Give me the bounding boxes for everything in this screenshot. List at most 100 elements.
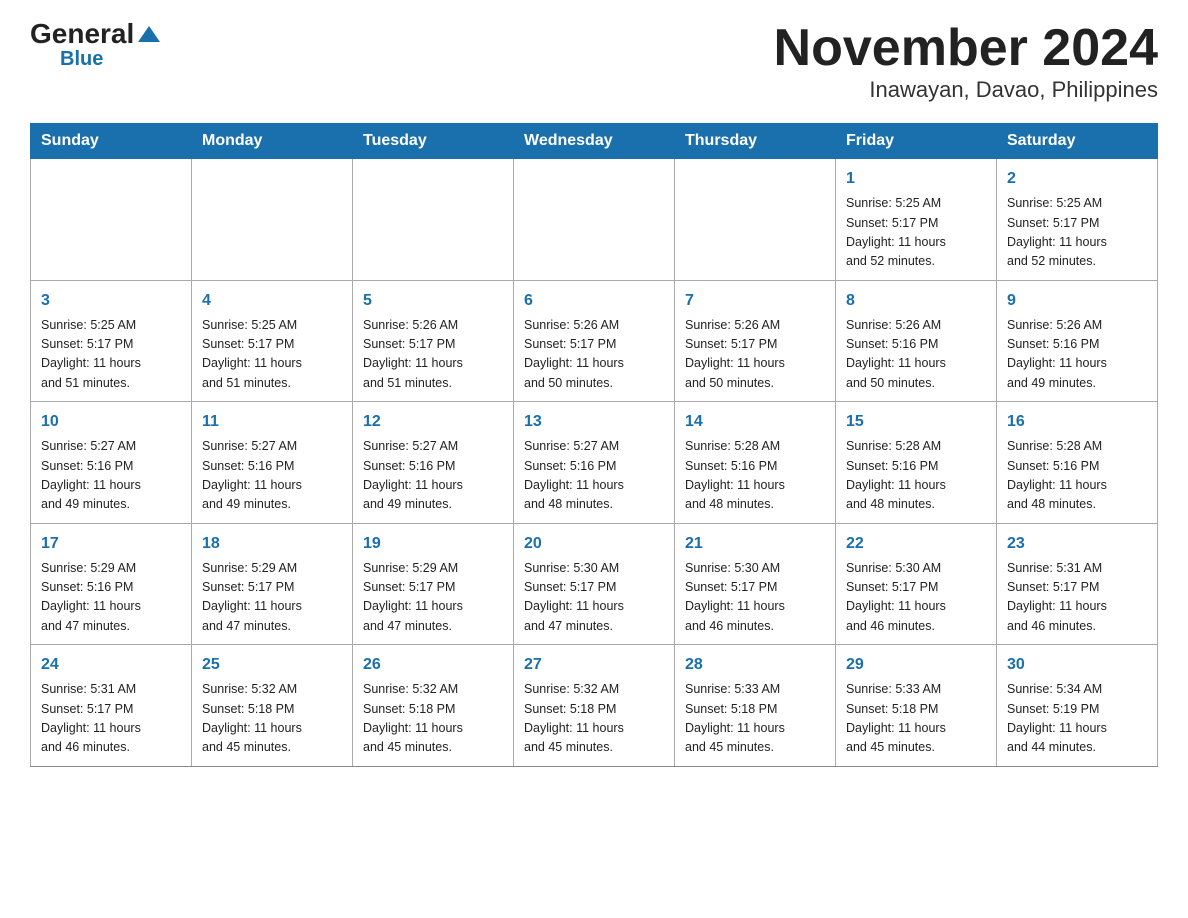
- day-number: 13: [524, 410, 664, 434]
- calendar-cell: 1 Sunrise: 5:25 AM Sunset: 5:17 PM Daylig…: [836, 159, 997, 281]
- calendar-cell: 9Sunrise: 5:26 AM Sunset: 5:16 PM Daylig…: [997, 280, 1158, 402]
- calendar-cell: [192, 159, 353, 281]
- day-info: Sunrise: 5:33 AM Sunset: 5:18 PM Dayligh…: [846, 680, 986, 758]
- calendar-cell: 21Sunrise: 5:30 AM Sunset: 5:17 PM Dayli…: [675, 523, 836, 645]
- calendar-cell: 23 Sunrise: 5:31 AM Sunset: 5:17 PM Dayli…: [997, 523, 1158, 645]
- calendar-table: SundayMondayTuesdayWednesdayThursdayFrid…: [30, 123, 1158, 767]
- calendar-cell: 28Sunrise: 5:33 AM Sunset: 5:18 PM Dayli…: [675, 645, 836, 767]
- day-number: 16: [1007, 410, 1147, 434]
- col-header-friday: Friday: [836, 124, 997, 159]
- calendar-cell: 11 Sunrise: 5:27 AM Sunset: 5:16 PM Dayli…: [192, 402, 353, 524]
- calendar-cell: 8 Sunrise: 5:26 AM Sunset: 5:16 PM Daylig…: [836, 280, 997, 402]
- day-info: Sunrise: 5:27 AM Sunset: 5:16 PM Dayligh…: [202, 437, 342, 515]
- calendar-cell: [353, 159, 514, 281]
- calendar-header-row: SundayMondayTuesdayWednesdayThursdayFrid…: [31, 124, 1158, 159]
- day-info: Sunrise: 5:25 AM Sunset: 5:17 PM Dayligh…: [202, 316, 342, 394]
- day-info: Sunrise: 5:31 AM Sunset: 5:17 PM Dayligh…: [41, 680, 181, 758]
- logo-general-text: General: [30, 20, 134, 48]
- day-number: 3: [41, 289, 181, 313]
- calendar-cell: 14 Sunrise: 5:28 AM Sunset: 5:16 PM Dayli…: [675, 402, 836, 524]
- calendar-cell: 17 Sunrise: 5:29 AM Sunset: 5:16 PM Dayli…: [31, 523, 192, 645]
- calendar-cell: 6Sunrise: 5:26 AM Sunset: 5:17 PM Daylig…: [514, 280, 675, 402]
- day-number: 30: [1007, 653, 1147, 677]
- day-info: Sunrise: 5:27 AM Sunset: 5:16 PM Dayligh…: [41, 437, 181, 515]
- day-number: 6: [524, 289, 664, 313]
- calendar-cell: [31, 159, 192, 281]
- day-info: Sunrise: 5:25 AM Sunset: 5:17 PM Dayligh…: [1007, 194, 1147, 272]
- day-number: 10: [41, 410, 181, 434]
- day-number: 9: [1007, 289, 1147, 313]
- day-info: Sunrise: 5:32 AM Sunset: 5:18 PM Dayligh…: [363, 680, 503, 758]
- calendar-cell: 15 Sunrise: 5:28 AM Sunset: 5:16 PM Dayli…: [836, 402, 997, 524]
- col-header-sunday: Sunday: [31, 124, 192, 159]
- calendar-cell: 5 Sunrise: 5:26 AM Sunset: 5:17 PM Daylig…: [353, 280, 514, 402]
- calendar-cell: 7 Sunrise: 5:26 AM Sunset: 5:17 PM Daylig…: [675, 280, 836, 402]
- col-header-monday: Monday: [192, 124, 353, 159]
- calendar-cell: 30 Sunrise: 5:34 AM Sunset: 5:19 PM Dayli…: [997, 645, 1158, 767]
- day-info: Sunrise: 5:26 AM Sunset: 5:17 PM Dayligh…: [685, 316, 825, 394]
- day-number: 27: [524, 653, 664, 677]
- page-subtitle: Inawayan, Davao, Philippines: [774, 77, 1158, 103]
- day-info: Sunrise: 5:26 AM Sunset: 5:16 PM Dayligh…: [846, 316, 986, 394]
- day-info: Sunrise: 5:25 AM Sunset: 5:17 PM Dayligh…: [41, 316, 181, 394]
- calendar-cell: 10 Sunrise: 5:27 AM Sunset: 5:16 PM Dayli…: [31, 402, 192, 524]
- day-number: 15: [846, 410, 986, 434]
- calendar-cell: 13 Sunrise: 5:27 AM Sunset: 5:16 PM Dayli…: [514, 402, 675, 524]
- calendar-week-row: 3 Sunrise: 5:25 AM Sunset: 5:17 PM Daylig…: [31, 280, 1158, 402]
- day-number: 5: [363, 289, 503, 313]
- calendar-cell: 16Sunrise: 5:28 AM Sunset: 5:16 PM Dayli…: [997, 402, 1158, 524]
- calendar-cell: 12Sunrise: 5:27 AM Sunset: 5:16 PM Dayli…: [353, 402, 514, 524]
- day-number: 11: [202, 410, 342, 434]
- calendar-cell: 19 Sunrise: 5:29 AM Sunset: 5:17 PM Dayli…: [353, 523, 514, 645]
- day-info: Sunrise: 5:29 AM Sunset: 5:17 PM Dayligh…: [202, 559, 342, 637]
- title-block: November 2024 Inawayan, Davao, Philippin…: [774, 20, 1158, 103]
- day-info: Sunrise: 5:32 AM Sunset: 5:18 PM Dayligh…: [524, 680, 664, 758]
- day-number: 19: [363, 532, 503, 556]
- col-header-wednesday: Wednesday: [514, 124, 675, 159]
- calendar-cell: 18Sunrise: 5:29 AM Sunset: 5:17 PM Dayli…: [192, 523, 353, 645]
- calendar-cell: 26Sunrise: 5:32 AM Sunset: 5:18 PM Dayli…: [353, 645, 514, 767]
- day-info: Sunrise: 5:28 AM Sunset: 5:16 PM Dayligh…: [846, 437, 986, 515]
- calendar-week-row: 17 Sunrise: 5:29 AM Sunset: 5:16 PM Dayli…: [31, 523, 1158, 645]
- day-number: 8: [846, 289, 986, 313]
- day-info: Sunrise: 5:27 AM Sunset: 5:16 PM Dayligh…: [524, 437, 664, 515]
- col-header-saturday: Saturday: [997, 124, 1158, 159]
- day-info: Sunrise: 5:32 AM Sunset: 5:18 PM Dayligh…: [202, 680, 342, 758]
- day-info: Sunrise: 5:31 AM Sunset: 5:17 PM Dayligh…: [1007, 559, 1147, 637]
- day-number: 1: [846, 167, 986, 191]
- logo-triangle-icon: [138, 24, 160, 44]
- page-title: November 2024: [774, 20, 1158, 77]
- day-info: Sunrise: 5:27 AM Sunset: 5:16 PM Dayligh…: [363, 437, 503, 515]
- calendar-cell: 20Sunrise: 5:30 AM Sunset: 5:17 PM Dayli…: [514, 523, 675, 645]
- day-info: Sunrise: 5:25 AM Sunset: 5:17 PM Dayligh…: [846, 194, 986, 272]
- day-info: Sunrise: 5:34 AM Sunset: 5:19 PM Dayligh…: [1007, 680, 1147, 758]
- day-number: 25: [202, 653, 342, 677]
- day-info: Sunrise: 5:33 AM Sunset: 5:18 PM Dayligh…: [685, 680, 825, 758]
- day-number: 22: [846, 532, 986, 556]
- col-header-thursday: Thursday: [675, 124, 836, 159]
- day-number: 14: [685, 410, 825, 434]
- day-info: Sunrise: 5:29 AM Sunset: 5:16 PM Dayligh…: [41, 559, 181, 637]
- page-header: General Blue November 2024 Inawayan, Dav…: [30, 20, 1158, 103]
- day-number: 21: [685, 532, 825, 556]
- day-info: Sunrise: 5:26 AM Sunset: 5:17 PM Dayligh…: [363, 316, 503, 394]
- day-info: Sunrise: 5:28 AM Sunset: 5:16 PM Dayligh…: [685, 437, 825, 515]
- calendar-cell: 25 Sunrise: 5:32 AM Sunset: 5:18 PM Dayli…: [192, 645, 353, 767]
- day-info: Sunrise: 5:30 AM Sunset: 5:17 PM Dayligh…: [524, 559, 664, 637]
- calendar-week-row: 1 Sunrise: 5:25 AM Sunset: 5:17 PM Daylig…: [31, 159, 1158, 281]
- logo: General Blue: [30, 20, 160, 71]
- calendar-week-row: 10 Sunrise: 5:27 AM Sunset: 5:16 PM Dayli…: [31, 402, 1158, 524]
- calendar-week-row: 24Sunrise: 5:31 AM Sunset: 5:17 PM Dayli…: [31, 645, 1158, 767]
- calendar-cell: 3 Sunrise: 5:25 AM Sunset: 5:17 PM Daylig…: [31, 280, 192, 402]
- day-info: Sunrise: 5:29 AM Sunset: 5:17 PM Dayligh…: [363, 559, 503, 637]
- day-number: 7: [685, 289, 825, 313]
- day-number: 23: [1007, 532, 1147, 556]
- calendar-cell: 27 Sunrise: 5:32 AM Sunset: 5:18 PM Dayli…: [514, 645, 675, 767]
- day-number: 17: [41, 532, 181, 556]
- col-header-tuesday: Tuesday: [353, 124, 514, 159]
- day-number: 2: [1007, 167, 1147, 191]
- calendar-cell: [514, 159, 675, 281]
- calendar-cell: [675, 159, 836, 281]
- calendar-cell: 4Sunrise: 5:25 AM Sunset: 5:17 PM Daylig…: [192, 280, 353, 402]
- calendar-cell: 2 Sunrise: 5:25 AM Sunset: 5:17 PM Daylig…: [997, 159, 1158, 281]
